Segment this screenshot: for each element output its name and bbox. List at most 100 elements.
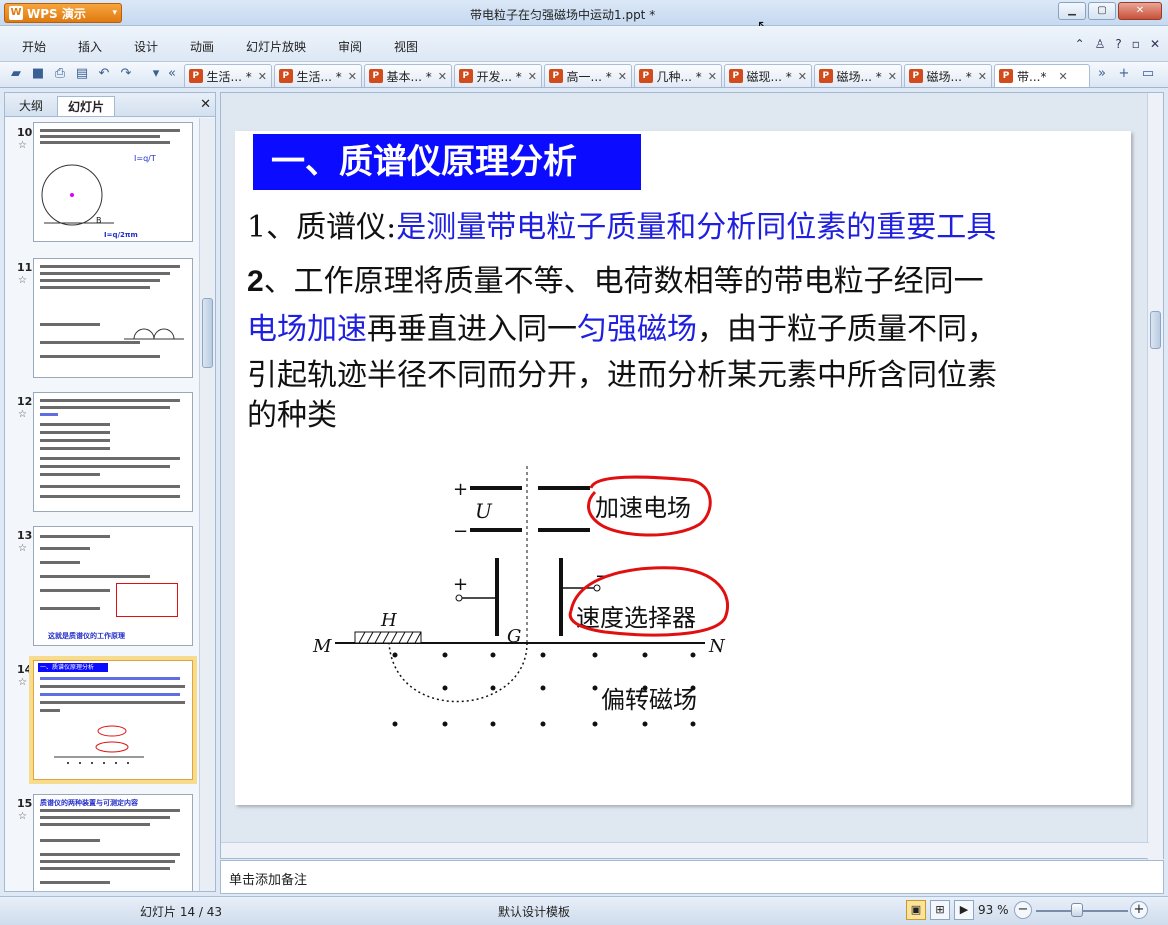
status-bar: 幻灯片 14 / 43 默认设计模板 ▣ ⊞ ▶ 93 % − +	[0, 896, 1168, 925]
menu-insert[interactable]: 插入	[78, 38, 102, 55]
star-icon: ☆	[18, 543, 27, 554]
close-tab-icon[interactable]: ✕	[528, 70, 537, 83]
doc-tab[interactable]: P 磁场... * ✕	[814, 64, 902, 87]
doc-tab[interactable]: P 磁现... * ✕	[724, 64, 812, 87]
redo-icon[interactable]: ↷	[118, 66, 134, 82]
ppt-file-icon: P	[369, 69, 383, 83]
plus-top-label: +	[453, 479, 468, 500]
slide-thumbnail[interactable]: 这就是质谱仪的工作原理	[33, 526, 193, 646]
zoom-level: 93 %	[978, 903, 1009, 917]
slide-line-1[interactable]: 1、质谱仪:是测量带电粒子质量和分析同位素的重要工具	[247, 205, 996, 251]
tab-slides[interactable]: 幻灯片	[57, 96, 116, 116]
doc-tab[interactable]: P 几种... * ✕	[634, 64, 722, 87]
h-label: H	[380, 610, 397, 631]
new-tab-icon[interactable]: +	[1116, 66, 1132, 82]
close-tab-icon[interactable]: ✕	[978, 70, 987, 83]
close-tab-icon[interactable]: ✕	[618, 70, 627, 83]
print-preview-icon[interactable]: ▤	[74, 66, 90, 82]
close-tab-icon[interactable]: ✕	[438, 70, 447, 83]
help-icon[interactable]: ?	[1115, 37, 1121, 51]
thumb-number: 12	[17, 395, 33, 408]
doc-tab[interactable]: P 磁场... * ✕	[904, 64, 992, 87]
doc-tab[interactable]: P 高一... * ✕	[544, 64, 632, 87]
tabs-left-icon[interactable]: «	[164, 66, 180, 82]
restore-ribbon-icon[interactable]: ▫	[1132, 37, 1140, 51]
slide-line-3[interactable]: 电场加速再垂直进入同一匀强磁场，由于粒子质量不同，	[247, 307, 997, 353]
chevron-down-icon: ▾	[112, 8, 117, 18]
tab-list-icon[interactable]: ▭	[1140, 66, 1156, 82]
save-icon[interactable]: ■	[30, 66, 46, 82]
close-tab-icon[interactable]: ✕	[708, 70, 717, 83]
slide-thumbnail[interactable]: I=q/T B I=q/2πm	[33, 122, 193, 242]
close-tab-icon[interactable]: ✕	[258, 70, 267, 83]
slide-thumbnail-selected[interactable]: 一、质谱仪原理分析	[33, 660, 193, 780]
undo-icon[interactable]: ↶	[96, 66, 112, 82]
slide-horizontal-scrollbar[interactable]	[221, 842, 1149, 858]
slide-vertical-scrollbar[interactable]	[1147, 93, 1163, 860]
close-tab-icon[interactable]: ✕	[1058, 70, 1067, 83]
doc-tab[interactable]: P 生活... * ✕	[184, 64, 272, 87]
mass-spectrometer-diagram[interactable]: + − U 加速电场 + − G 速度选择器 H M N 偏转磁场	[295, 466, 735, 746]
ppt-file-icon: P	[999, 69, 1013, 83]
thumb-number: 15	[17, 797, 33, 810]
menu-design[interactable]: 设计	[134, 38, 158, 55]
close-icon[interactable]: ✕	[200, 97, 211, 112]
slide-title[interactable]: 一、质谱仪原理分析	[253, 134, 641, 190]
doc-tab[interactable]: P 生活... * ✕	[274, 64, 362, 87]
shirt-skin-icon[interactable]: ♙	[1095, 37, 1106, 51]
slide-line-4[interactable]: 引起轨迹半径不同而分开，进而分析某元素中所含同位素	[247, 353, 997, 399]
menu-slideshow[interactable]: 幻灯片放映	[246, 38, 306, 55]
menu-review[interactable]: 审阅	[338, 38, 362, 55]
tab-outline[interactable]: 大纲	[9, 96, 53, 116]
star-icon: ☆	[18, 275, 27, 286]
close-tab-icon[interactable]: ✕	[798, 70, 807, 83]
wps-app-menu-button[interactable]: W WPS 演示 ▾	[4, 3, 122, 23]
star-icon: ☆	[18, 677, 27, 688]
app-name: WPS 演示	[27, 6, 86, 21]
thumb-number: 13	[17, 529, 33, 542]
print-icon[interactable]: ⎙	[52, 66, 68, 82]
thumbnails-scrollbar[interactable]	[199, 118, 215, 891]
star-icon: ☆	[18, 811, 27, 822]
open-folder-icon[interactable]: ▰	[8, 66, 24, 82]
close-tab-icon[interactable]: ✕	[888, 70, 897, 83]
zoom-out-button[interactable]: −	[1014, 901, 1032, 919]
menu-view[interactable]: 视图	[394, 38, 418, 55]
close-tab-icon[interactable]: ✕	[348, 70, 357, 83]
doc-tab-active[interactable]: P 带...* ✕	[994, 64, 1090, 87]
thumb-number: 11	[17, 261, 33, 274]
menu-animation[interactable]: 动画	[190, 38, 214, 55]
slide-thumbnail[interactable]: 质谱仪的两种装置与可测定内容	[33, 794, 193, 891]
ppt-file-icon: P	[189, 69, 203, 83]
doc-tab[interactable]: P 开发... * ✕	[454, 64, 542, 87]
slide-thumbnail[interactable]	[33, 258, 193, 378]
minimize-button[interactable]: ▁	[1058, 2, 1086, 20]
star-icon: ☆	[18, 409, 27, 420]
normal-view-icon[interactable]: ▣	[906, 900, 926, 920]
zoom-in-button[interactable]: +	[1130, 901, 1148, 919]
slide-line-2[interactable]: 2、工作原理将质量不等、电荷数相等的带电粒子经同一	[247, 259, 984, 305]
customize-toolbar-icon[interactable]: ▾	[148, 66, 164, 82]
slide-sorter-view-icon[interactable]: ⊞	[930, 900, 950, 920]
notes-pane[interactable]: 单击添加备注	[220, 860, 1164, 894]
slide-line-5[interactable]: 的种类	[247, 393, 337, 439]
thumb-number: 14	[17, 663, 33, 676]
n-label: N	[708, 636, 726, 657]
close-button[interactable]: ✕	[1118, 2, 1162, 20]
u-label: U	[475, 499, 493, 523]
menu-home[interactable]: 开始	[22, 38, 46, 55]
slide-editor: 一、质谱仪原理分析 1、质谱仪:是测量带电粒子质量和分析同位素的重要工具 2、工…	[220, 92, 1164, 860]
slideshow-view-icon[interactable]: ▶	[954, 900, 974, 920]
close-doc-icon[interactable]: ✕	[1150, 37, 1160, 51]
slide-canvas[interactable]: 一、质谱仪原理分析 1、质谱仪:是测量带电粒子质量和分析同位素的重要工具 2、工…	[235, 131, 1131, 805]
ppt-file-icon: P	[729, 69, 743, 83]
slide-thumbnail[interactable]	[33, 392, 193, 512]
zoom-slider-handle[interactable]	[1071, 903, 1083, 917]
maximize-button[interactable]: ▢	[1088, 2, 1116, 20]
tabs-right-icon[interactable]: »	[1094, 66, 1110, 82]
ppt-file-icon: P	[279, 69, 293, 83]
doc-tab[interactable]: P 基本... * ✕	[364, 64, 452, 87]
chevron-up-icon[interactable]: ⌃	[1075, 37, 1085, 51]
velocity-selector-label: 速度选择器	[576, 604, 696, 632]
menu-bar: 开始 插入 设计 动画 幻灯片放映 审阅 视图 ⌃ ♙ ? ▫ ✕	[0, 26, 1168, 62]
